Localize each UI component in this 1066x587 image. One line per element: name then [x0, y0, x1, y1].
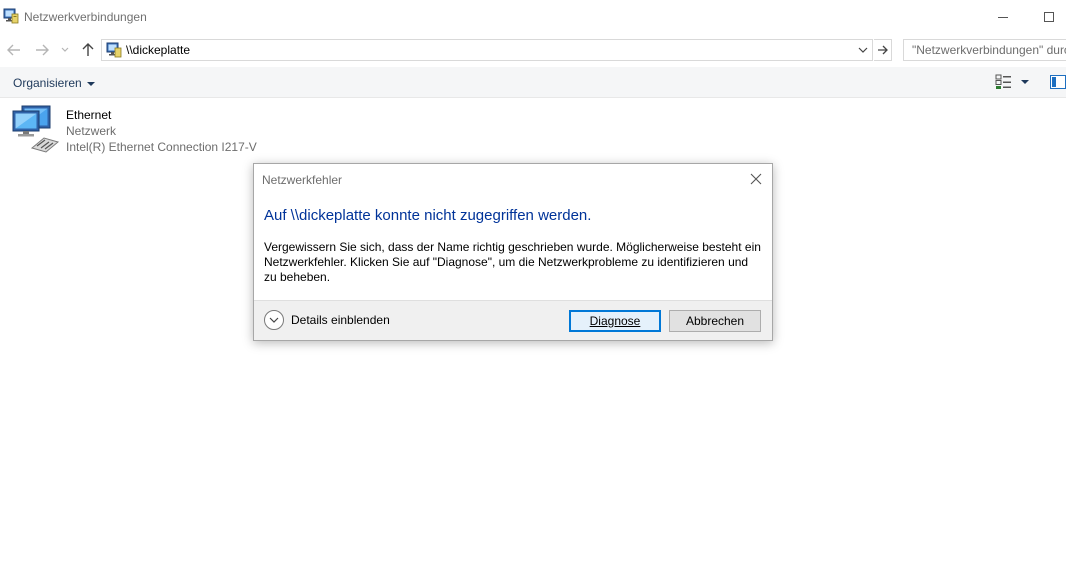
dialog-title: Netzwerkfehler	[262, 173, 343, 187]
window-title: Netzwerkverbindungen	[24, 10, 147, 24]
item-type: Netzwerk	[66, 124, 117, 138]
network-error-dialog: Netzwerkfehler Auf \\dickeplatte konnte …	[253, 163, 773, 341]
view-options-dropdown[interactable]	[1021, 80, 1029, 84]
ethernet-adapter-icon	[12, 105, 60, 153]
title-bar: Netzwerkverbindungen	[0, 0, 1066, 34]
arrow-left-icon	[7, 44, 20, 56]
back-button[interactable]	[5, 40, 23, 60]
cancel-button[interactable]: Abbrechen	[669, 310, 761, 332]
maximize-button[interactable]	[1026, 0, 1066, 34]
expand-chevron-icon	[264, 310, 284, 330]
chevron-down-icon	[61, 47, 69, 52]
preview-pane-button[interactable]	[1050, 75, 1066, 89]
address-input[interactable]	[126, 41, 846, 59]
item-device: Intel(R) Ethernet Connection I217-V	[66, 140, 257, 154]
go-button[interactable]	[874, 39, 892, 61]
recent-locations-button[interactable]	[59, 40, 71, 60]
search-box[interactable]	[903, 39, 1066, 61]
diagnose-label: Diagnose	[589, 314, 641, 328]
maximize-icon	[1044, 12, 1054, 22]
chevron-down-icon	[858, 47, 868, 53]
arrow-up-icon	[82, 43, 94, 56]
forward-button[interactable]	[33, 40, 51, 60]
organize-button[interactable]: Organisieren	[13, 76, 95, 90]
command-bar: Organisieren	[0, 67, 1066, 98]
item-name: Ethernet	[66, 108, 112, 122]
dialog-message: Vergewissern Sie sich, dass der Name ric…	[264, 240, 761, 284]
address-history-button[interactable]	[855, 42, 871, 58]
network-connections-icon	[3, 8, 19, 24]
address-bar[interactable]	[101, 39, 873, 61]
up-button[interactable]	[79, 40, 97, 60]
arrow-right-icon	[877, 45, 888, 55]
close-icon	[750, 173, 762, 185]
search-input[interactable]	[912, 42, 1066, 58]
organize-label: Organisieren	[13, 76, 82, 90]
minimize-icon	[998, 16, 1008, 18]
dialog-footer: Details einblenden Diagnose Abbrechen	[254, 300, 772, 340]
change-view-icon[interactable]	[995, 74, 1013, 90]
show-details-label: Details einblenden	[291, 313, 390, 327]
list-item-ethernet[interactable]: Ethernet Netzwerk Intel(R) Ethernet Conn…	[10, 104, 270, 156]
show-details-toggle[interactable]: Details einblenden	[264, 310, 390, 330]
dialog-heading: Auf \\dickeplatte konnte nicht zugegriff…	[264, 207, 592, 224]
caret-down-icon	[86, 81, 95, 86]
dialog-close-button[interactable]	[746, 169, 766, 189]
diagnose-button[interactable]: Diagnose	[569, 310, 661, 332]
address-row	[0, 34, 1066, 66]
minimize-button[interactable]	[980, 0, 1026, 34]
arrow-right-icon	[36, 44, 49, 56]
network-location-icon	[106, 42, 122, 58]
